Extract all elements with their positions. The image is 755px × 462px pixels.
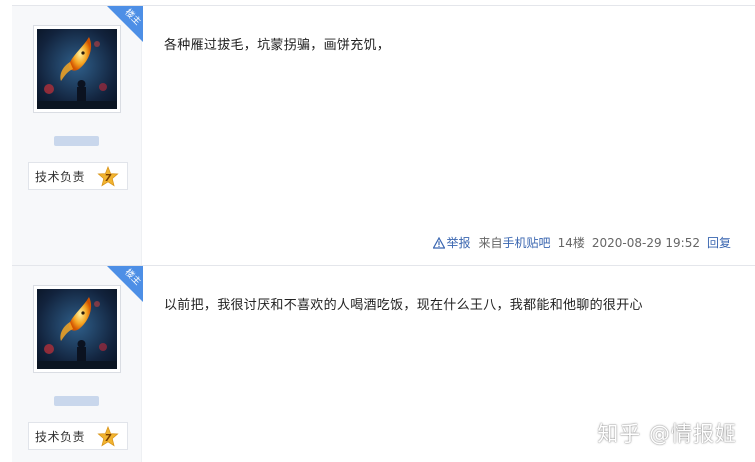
post-content: 各种雁过拔毛，坑蒙拐骗，画饼充饥，: [164, 38, 391, 53]
louzhu-corner-tag: 楼主: [107, 266, 143, 302]
report-label: 举报: [446, 236, 471, 250]
level-number: 7: [105, 433, 112, 444]
zhihu-watermark: 知乎 @情报姬: [597, 422, 737, 446]
source-prefix: 来自: [478, 236, 503, 250]
post-footer: 举报 来自手机贴吧 14楼 2020-08-29 19:52 回复: [432, 234, 731, 251]
louzhu-corner-tag: 楼主: [107, 6, 143, 42]
username-blurred[interactable]: [54, 396, 99, 406]
avatar-image: [37, 289, 117, 369]
source-link[interactable]: 手机贴吧: [503, 236, 551, 250]
author-sidebar: 技术负责 7: [12, 6, 142, 265]
member-badge[interactable]: 技术负责 7: [28, 162, 128, 190]
warning-icon: [432, 236, 445, 249]
report-button[interactable]: 举报: [432, 234, 471, 251]
avatar-image: [37, 29, 117, 109]
member-badge[interactable]: 技术负责 7: [28, 422, 128, 450]
level-star-icon: 7: [97, 166, 119, 187]
post-timestamp: 2020-08-29 19:52: [591, 235, 700, 250]
floor-number: 14楼: [557, 236, 585, 250]
post-source: 来自手机贴吧: [479, 234, 551, 251]
badge-title: 技术负责: [35, 169, 86, 184]
username-blurred[interactable]: [54, 136, 99, 146]
reply-button[interactable]: 回复: [707, 234, 731, 251]
badge-title: 技术负责: [35, 429, 86, 444]
level-star-icon: 7: [97, 426, 119, 447]
post-content: 以前把，我很讨厌和不喜欢的人喝酒吃饭，现在什么王八，我都能和他聊的很开心: [164, 298, 643, 313]
post-floor-14: 技术负责 7 楼主 各种雁过拔毛，坑蒙拐骗，画饼充饥， 举报 来自手机贴吧 14…: [12, 5, 755, 265]
level-number: 7: [105, 173, 112, 184]
